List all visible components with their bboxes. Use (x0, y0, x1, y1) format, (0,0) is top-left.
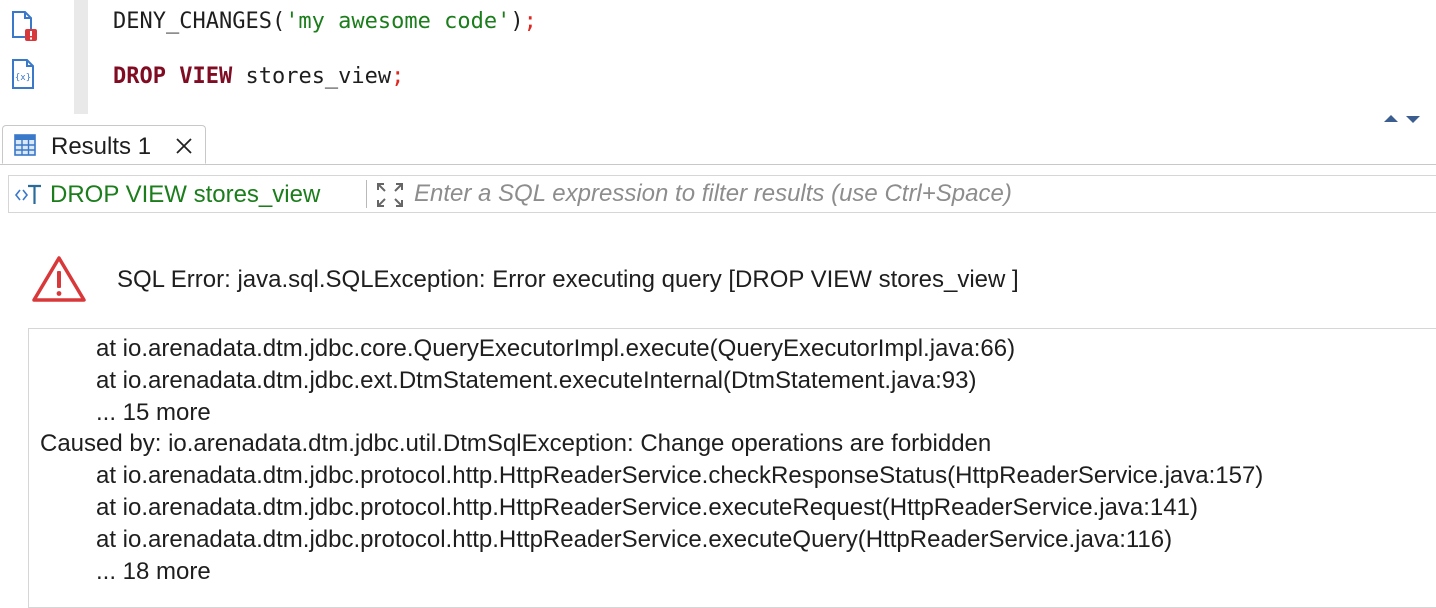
maximize-arrow-icon[interactable] (1384, 115, 1398, 122)
trace-line: at io.arenadata.dtm.jdbc.ext.DtmStatemen… (96, 367, 977, 394)
sql-query-icon (14, 184, 41, 204)
filter-separator (366, 180, 367, 208)
trace-line: at io.arenadata.dtm.jdbc.protocol.http.H… (96, 462, 1264, 489)
variable-file-icon: {x} (12, 59, 34, 89)
tab-label: Results 1 (51, 133, 152, 160)
trace-line: at io.arenadata.dtm.jdbc.protocol.http.H… (96, 526, 1173, 553)
filter-input[interactable] (414, 178, 1424, 210)
code-keyword-drop: DROP (113, 64, 166, 89)
trace-line: at io.arenadata.dtm.jdbc.core.QueryExecu… (96, 335, 1016, 362)
minimize-arrow-icon[interactable] (1406, 116, 1420, 123)
file-error-icon (12, 11, 37, 41)
code-string: 'my awesome code' (285, 9, 511, 34)
code-line-2[interactable]: DROP VIEW stores_view; (113, 64, 404, 89)
trace-line: ... 18 more (96, 558, 211, 585)
pane-resize-arrows[interactable] (1380, 112, 1424, 126)
code-semicolon: ; (391, 64, 405, 89)
trace-caused-by: Caused by: io.arenadata.dtm.jdbc.util.Dt… (40, 430, 992, 457)
close-icon[interactable] (175, 137, 193, 155)
code-function: DENY_CHANGES( (113, 9, 286, 34)
svg-text:{x}: {x} (15, 73, 31, 83)
results-filter-bar: DROP VIEW stores_view (8, 175, 1436, 213)
code-identifier: stores_view (232, 64, 392, 89)
active-query-label[interactable]: DROP VIEW stores_view (50, 181, 320, 209)
code-semicolon: ; (523, 9, 537, 34)
warning-icon (32, 256, 86, 302)
results-tabbar: Results 1 (0, 125, 1436, 165)
code-keyword-view: VIEW (179, 64, 233, 89)
editor-gutter-bar (74, 0, 88, 114)
tab-results-1[interactable]: Results 1 (2, 125, 206, 164)
table-grid-icon (14, 134, 36, 156)
trace-line: at io.arenadata.dtm.jdbc.protocol.http.H… (96, 494, 1198, 521)
code-line-1[interactable]: DENY_CHANGES('my awesome code'); (113, 9, 537, 34)
sql-editor[interactable]: {x} DENY_CHANGES('my awesome code'); DRO… (0, 0, 1436, 116)
expand-icon[interactable] (375, 181, 405, 209)
code-paren: ) (510, 9, 524, 34)
trace-line: ... 15 more (96, 399, 211, 426)
error-title: SQL Error: java.sql.SQLException: Error … (117, 266, 1019, 293)
stack-trace-panel[interactable]: at io.arenadata.dtm.jdbc.core.QueryExecu… (28, 328, 1436, 608)
